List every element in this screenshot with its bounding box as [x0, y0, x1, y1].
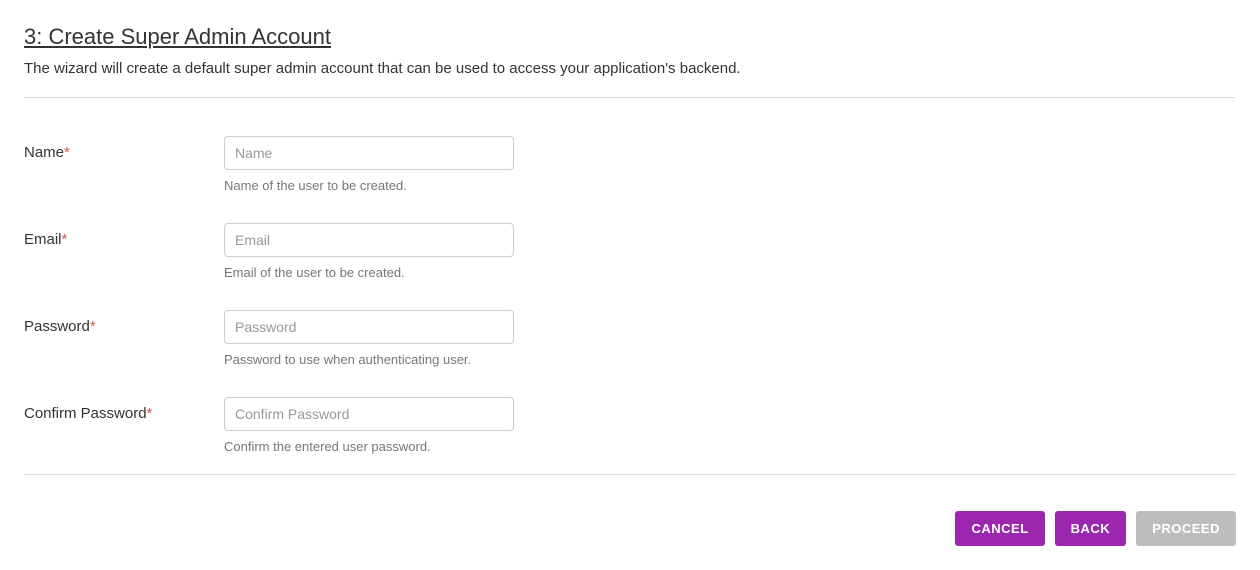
name-required-marker: * [64, 144, 70, 161]
form-row-confirm-password: Confirm Password* Confirm the entered us… [24, 397, 1236, 454]
wizard-footer: CANCEL BACK PROCEED [24, 495, 1236, 546]
email-label-text: Email [24, 231, 62, 248]
confirm-password-label: Confirm Password* [24, 397, 224, 422]
password-required-marker: * [90, 318, 96, 335]
form-section: Name* Name of the user to be created. Em… [24, 118, 1236, 454]
step-title: 3: Create Super Admin Account [24, 24, 1236, 50]
confirm-password-label-text: Confirm Password [24, 405, 147, 422]
step-description: The wizard will create a default super a… [24, 60, 1236, 77]
email-required-marker: * [62, 231, 68, 248]
confirm-password-help-text: Confirm the entered user password. [224, 439, 514, 454]
password-label-text: Password [24, 318, 90, 335]
email-label: Email* [24, 223, 224, 248]
footer-divider [24, 474, 1236, 475]
email-input[interactable] [224, 223, 514, 257]
form-row-email: Email* Email of the user to be created. [24, 223, 1236, 280]
proceed-button[interactable]: PROCEED [1136, 511, 1236, 546]
name-label: Name* [24, 136, 224, 161]
name-input-col: Name of the user to be created. [224, 136, 514, 193]
back-button[interactable]: BACK [1055, 511, 1127, 546]
password-input-col: Password to use when authenticating user… [224, 310, 514, 367]
confirm-password-required-marker: * [147, 405, 153, 422]
header-divider [24, 97, 1236, 98]
email-help-text: Email of the user to be created. [224, 265, 514, 280]
name-label-text: Name [24, 144, 64, 161]
password-label: Password* [24, 310, 224, 335]
confirm-password-input-col: Confirm the entered user password. [224, 397, 514, 454]
form-row-name: Name* Name of the user to be created. [24, 136, 1236, 193]
password-help-text: Password to use when authenticating user… [224, 352, 514, 367]
confirm-password-input[interactable] [224, 397, 514, 431]
name-input[interactable] [224, 136, 514, 170]
email-input-col: Email of the user to be created. [224, 223, 514, 280]
cancel-button[interactable]: CANCEL [955, 511, 1044, 546]
password-input[interactable] [224, 310, 514, 344]
wizard-header: 3: Create Super Admin Account The wizard… [24, 24, 1236, 77]
form-row-password: Password* Password to use when authentic… [24, 310, 1236, 367]
name-help-text: Name of the user to be created. [224, 178, 514, 193]
